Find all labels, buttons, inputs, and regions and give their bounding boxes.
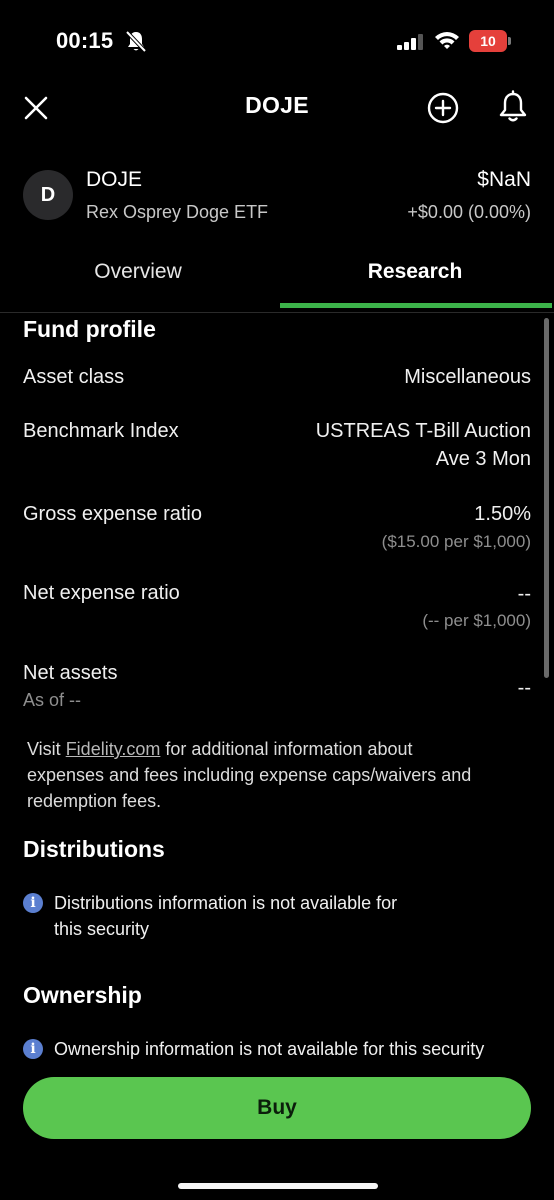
- status-bar: 00:15 10: [0, 0, 554, 84]
- battery-level: 10: [480, 33, 496, 49]
- distributions-title: Distributions: [23, 836, 165, 862]
- bell-icon[interactable]: [497, 90, 529, 124]
- asset-class-label: Asset class: [23, 366, 125, 388]
- plus-circle-icon[interactable]: [427, 92, 459, 124]
- net-assets-value: --: [517, 677, 531, 699]
- security-price: $NaN: [477, 168, 531, 191]
- battery-tip: [508, 37, 511, 45]
- info-icon: i: [23, 893, 43, 913]
- disclaimer-line1: for additional information about: [160, 739, 413, 759]
- info-icon: i: [23, 1039, 43, 1059]
- distributions-info-text: Distributions information is not availab…: [54, 890, 397, 942]
- distributions-info-line1: Distributions information is not availab…: [54, 893, 398, 913]
- net-expense-value: --: [517, 583, 531, 605]
- gross-expense-per-thousand: ($15.00 per $1,000): [381, 532, 531, 551]
- net-assets-label: Net assets: [23, 662, 118, 684]
- scrollbar[interactable]: [544, 318, 549, 678]
- security-change: +$0.00 (0.00%): [407, 202, 531, 222]
- signal-icon: [397, 34, 423, 50]
- asset-class-value: Miscellaneous: [404, 366, 531, 388]
- distributions-info-line2: this security: [54, 919, 150, 939]
- fidelity-link[interactable]: Fidelity.com: [66, 739, 161, 759]
- buy-button[interactable]: Buy: [23, 1077, 531, 1139]
- avatar: D: [23, 170, 73, 220]
- security-symbol: DOJE: [86, 168, 143, 191]
- net-expense-label: Net expense ratio: [23, 582, 180, 604]
- status-time: 00:15: [56, 28, 114, 53]
- top-bar: DOJE: [0, 84, 554, 132]
- page-title: DOJE: [245, 92, 309, 118]
- active-tab-indicator: [280, 303, 552, 308]
- tab-overview[interactable]: Overview: [3, 248, 273, 308]
- benchmark-value-line1: USTREAS T-Bill Auction: [315, 420, 531, 442]
- divider: [0, 312, 554, 313]
- net-expense-per-thousand: (-- per $1,000): [422, 611, 531, 630]
- wifi-icon: [435, 32, 459, 49]
- gross-expense-label: Gross expense ratio: [23, 503, 202, 525]
- disclaimer-line2: expenses and fees including expense caps…: [27, 765, 472, 785]
- tab-bar: Overview Research: [0, 248, 554, 312]
- tab-research[interactable]: Research: [280, 248, 550, 308]
- disclaimer-prefix: Visit: [27, 739, 66, 759]
- fees-disclaimer: Visit Fidelity.com for additional inform…: [27, 736, 537, 814]
- ownership-info-text: Ownership information is not available f…: [54, 1039, 485, 1059]
- benchmark-value-line2: Ave 3 Mon: [435, 448, 531, 470]
- bell-slash-icon: [125, 30, 147, 53]
- disclaimer-line3: redemption fees.: [27, 791, 162, 811]
- battery-charging-icon: 10: [469, 30, 511, 52]
- benchmark-label: Benchmark Index: [23, 420, 179, 442]
- security-name: Rex Osprey Doge ETF: [86, 202, 269, 222]
- ownership-title: Ownership: [23, 982, 142, 1008]
- home-indicator[interactable]: [178, 1183, 378, 1189]
- fund-profile-title: Fund profile: [23, 316, 156, 342]
- net-assets-as-of: As of --: [23, 690, 82, 710]
- gross-expense-value: 1.50%: [474, 503, 531, 525]
